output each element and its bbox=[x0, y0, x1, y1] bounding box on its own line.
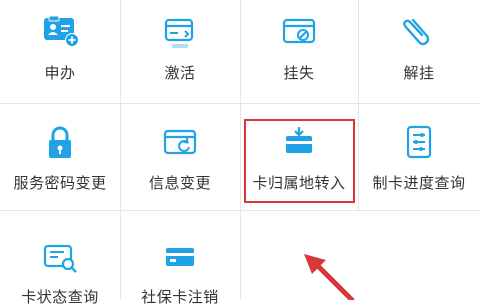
service-label: 社保卡注销 bbox=[141, 288, 219, 306]
service-info-change[interactable]: 信息变更 bbox=[120, 103, 240, 210]
service-label: 制卡进度查询 bbox=[372, 174, 466, 192]
service-progress-query[interactable]: 制卡进度查询 bbox=[358, 103, 480, 210]
service-password-change[interactable]: 服务密码变更 bbox=[0, 103, 120, 210]
service-unfreeze[interactable]: 解挂 bbox=[358, 0, 480, 103]
service-label: 卡状态查询 bbox=[21, 288, 99, 306]
pointer-arrow-icon bbox=[304, 254, 355, 300]
service-activate[interactable]: 激活 bbox=[120, 0, 240, 103]
lock-icon bbox=[49, 126, 71, 158]
card-cancel-icon bbox=[166, 248, 194, 266]
service-label: 激活 bbox=[164, 64, 196, 82]
service-label: 申办 bbox=[44, 64, 76, 82]
service-label: 服务密码变更 bbox=[13, 174, 107, 192]
card-search-icon bbox=[43, 244, 77, 273]
service-grid: 申办 激活 挂失 解挂 服务密码变更 信息变更 卡归属地转入 制卡进度查询 卡状… bbox=[0, 0, 480, 306]
service-label: 挂失 bbox=[283, 64, 315, 82]
progress-list-icon bbox=[406, 125, 432, 159]
service-card-cancel[interactable]: 社保卡注销 bbox=[120, 210, 240, 306]
service-label: 信息变更 bbox=[148, 174, 211, 192]
id-card-plus-icon bbox=[44, 15, 79, 47]
paperclip-icon bbox=[403, 18, 430, 46]
service-apply[interactable]: 申办 bbox=[0, 0, 120, 103]
card-refresh-icon bbox=[163, 129, 197, 155]
service-label: 解挂 bbox=[403, 64, 435, 82]
service-report-loss[interactable]: 挂失 bbox=[240, 0, 358, 103]
card-activate-icon bbox=[164, 18, 194, 48]
selection-highlight-box bbox=[244, 119, 355, 203]
card-report-loss-icon bbox=[282, 18, 316, 44]
service-card-status-query[interactable]: 卡状态查询 bbox=[0, 210, 120, 306]
